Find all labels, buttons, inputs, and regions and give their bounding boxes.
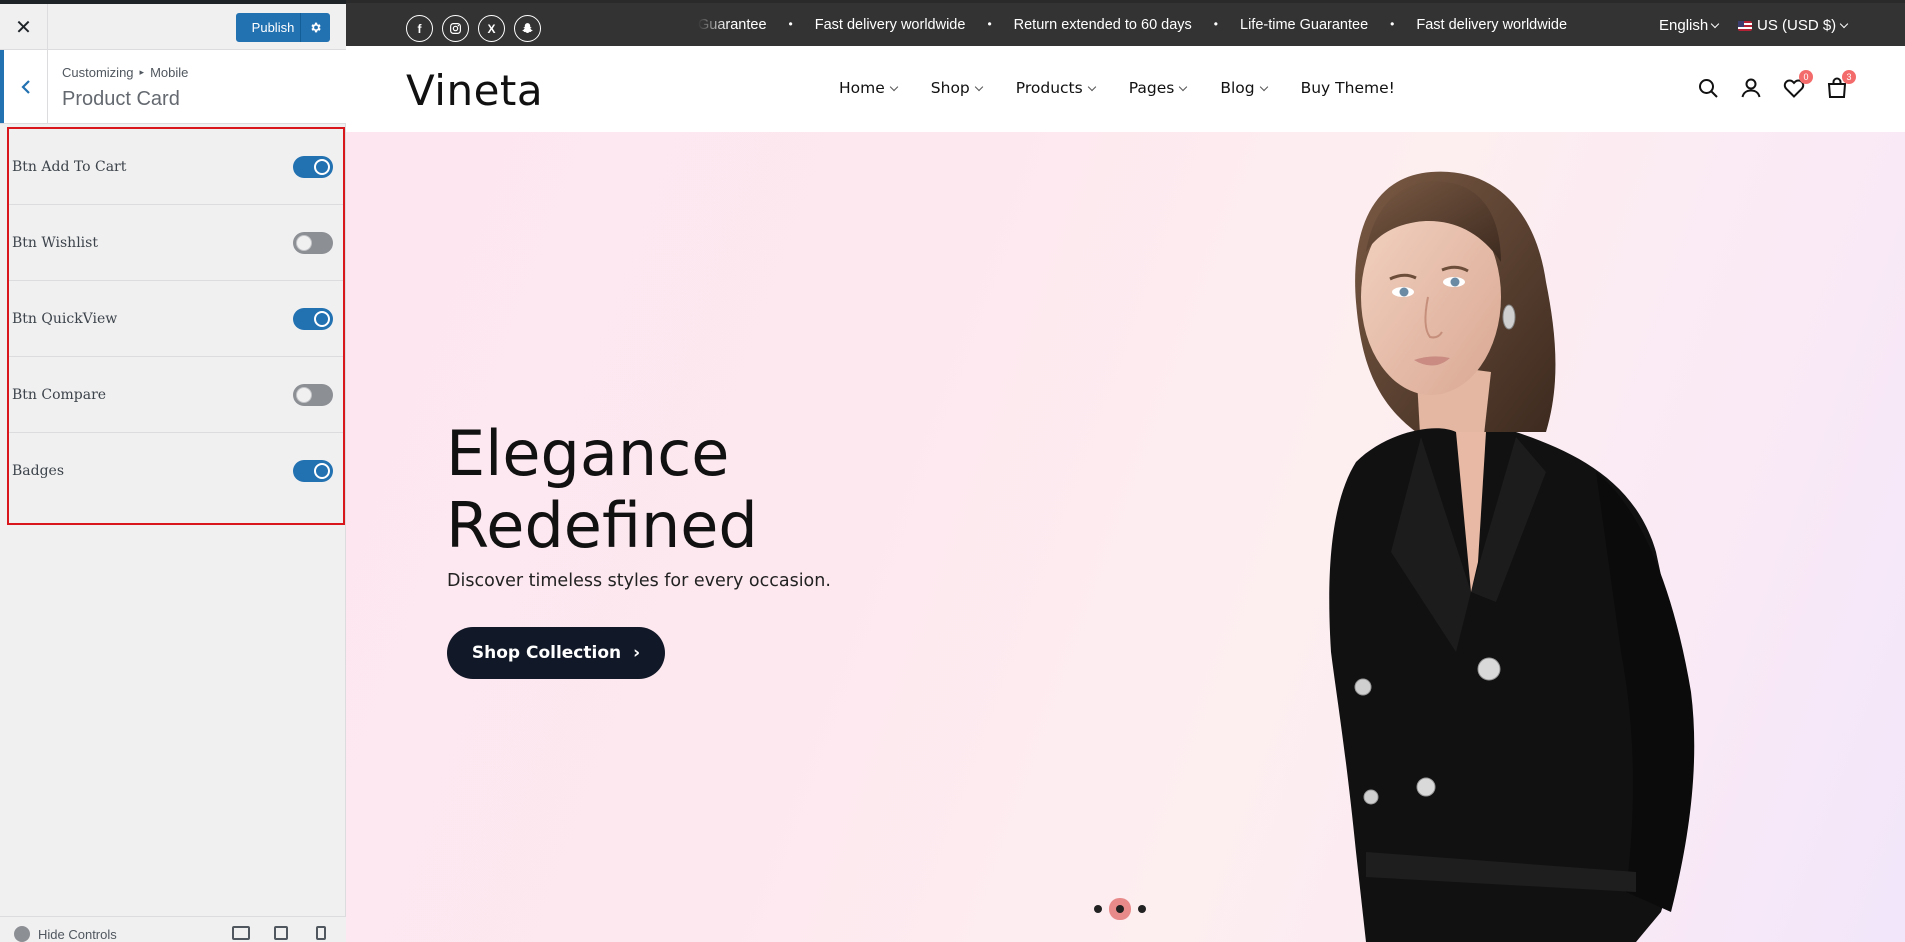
control-badges: Badges [9, 433, 343, 509]
marquee-item: Fast delivery worldwide [814, 17, 966, 33]
slide-dot-2[interactable] [1116, 905, 1124, 913]
tablet-preview-icon[interactable] [274, 926, 288, 940]
instagram-icon[interactable] [442, 15, 469, 42]
main-nav: Home Shop Products Pages Blog Buy Theme! [839, 79, 1395, 97]
control-label: Badges [12, 463, 65, 479]
publish-settings-button[interactable] [300, 13, 330, 42]
chevron-right-icon: › [633, 643, 641, 663]
breadcrumb-root: Customizing [62, 65, 134, 80]
toggle-btn-wishlist[interactable] [293, 231, 333, 254]
site-preview: f X Guarantee • Fast delivery worldwide … [346, 0, 1905, 942]
language-selector[interactable]: English [1659, 17, 1720, 34]
marquee-item: Return extended to 60 days [1013, 17, 1192, 33]
chevron-down-icon [1087, 82, 1096, 91]
toggle-btn-quickview[interactable] [293, 307, 333, 330]
slide-dot-1[interactable] [1094, 905, 1102, 913]
desktop-preview-icon[interactable] [232, 926, 250, 940]
currency-label: US (USD $) [1757, 17, 1837, 34]
search-icon[interactable] [1696, 76, 1720, 100]
hide-controls-button[interactable]: Hide Controls [14, 926, 117, 942]
marquee-item: Fast delivery worldwide [1416, 17, 1568, 33]
control-label: Btn QuickView [12, 310, 118, 327]
hero-title: Elegance Redefined [446, 417, 758, 562]
slide-dot-3[interactable] [1138, 905, 1146, 913]
control-btn-compare: Btn Compare [9, 357, 343, 433]
chevron-down-icon [889, 82, 899, 91]
sidebar-footer: Hide Controls [0, 916, 346, 942]
us-flag-icon [1738, 20, 1752, 31]
control-label: Btn Compare [12, 386, 107, 403]
back-button[interactable] [0, 50, 48, 123]
nav-buy-theme[interactable]: Buy Theme! [1301, 79, 1395, 97]
control-btn-add-to-cart: Btn Add To Cart [9, 129, 343, 205]
nav-products[interactable]: Products [1016, 79, 1096, 97]
shop-collection-button[interactable]: Shop Collection › [447, 627, 665, 679]
chevron-down-icon [1179, 82, 1188, 91]
section-header: Customizing ▸ Mobile Product Card [0, 50, 346, 124]
toggle-badges[interactable] [293, 460, 333, 482]
cart-button[interactable]: 3 [1825, 70, 1856, 100]
nav-blog[interactable]: Blog [1220, 79, 1268, 97]
toggle-btn-add-to-cart[interactable] [293, 155, 333, 178]
breadcrumb: Customizing ▸ Mobile [62, 65, 188, 80]
gear-icon [311, 22, 321, 33]
slider-pagination [1094, 905, 1146, 913]
breadcrumb-separator: ▸ [139, 67, 145, 77]
account-icon[interactable] [1739, 76, 1763, 100]
toggle-btn-compare[interactable] [293, 383, 333, 406]
close-customizer-button[interactable]: ✕ [0, 4, 48, 50]
hero-model-image [1329, 171, 1695, 942]
control-btn-quickview: Btn QuickView [9, 281, 343, 357]
close-icon: ✕ [15, 16, 32, 39]
site-logo[interactable]: Vineta [406, 66, 543, 115]
nav-shop[interactable]: Shop [931, 79, 984, 97]
marquee-item: Life-time Guarantee [1240, 17, 1369, 33]
wishlist-count-badge: 0 [1799, 70, 1813, 84]
control-btn-wishlist: Btn Wishlist [9, 205, 343, 281]
facebook-icon[interactable]: f [406, 15, 433, 42]
publish-button[interactable]: Publish [236, 13, 310, 42]
chevron-left-icon [20, 79, 30, 94]
hero-slider: Elegance Redefined Discover timeless sty… [346, 132, 1905, 942]
announcement-bar: f X Guarantee • Fast delivery worldwide … [346, 0, 1905, 49]
product-card-controls: Btn Add To Cart Btn Wishlist Btn QuickVi… [7, 127, 345, 525]
nav-home[interactable]: Home [839, 79, 899, 97]
nav-pages[interactable]: Pages [1129, 79, 1188, 97]
chevron-down-icon [1839, 19, 1849, 29]
control-label: Btn Add To Cart [12, 158, 127, 175]
breadcrumb-current: Mobile [150, 65, 189, 80]
site-header: Vineta Home Shop Products Pages Blog Buy… [346, 46, 1905, 132]
section-title: Product Card [62, 88, 180, 110]
x-twitter-icon[interactable]: X [478, 15, 505, 42]
currency-selector[interactable]: US (USD $) [1738, 17, 1849, 34]
language-label: English [1659, 17, 1709, 34]
mobile-preview-icon[interactable] [316, 926, 326, 940]
chevron-down-icon [1710, 19, 1720, 29]
hide-controls-label: Hide Controls [38, 926, 117, 942]
collapse-icon [14, 926, 30, 942]
sidebar-header-bar: ✕ Publish [0, 0, 346, 50]
cart-count-badge: 3 [1842, 70, 1856, 84]
customizer-sidebar: ✕ Publish Customizing ▸ Mobile Product C… [0, 0, 346, 942]
snapchat-icon[interactable] [514, 15, 541, 42]
chevron-down-icon [1259, 82, 1268, 91]
control-label: Btn Wishlist [12, 234, 98, 251]
hero-subtitle: Discover timeless styles for every occas… [447, 571, 831, 591]
wishlist-button[interactable]: 0 [1782, 70, 1813, 100]
chevron-down-icon [974, 82, 984, 91]
